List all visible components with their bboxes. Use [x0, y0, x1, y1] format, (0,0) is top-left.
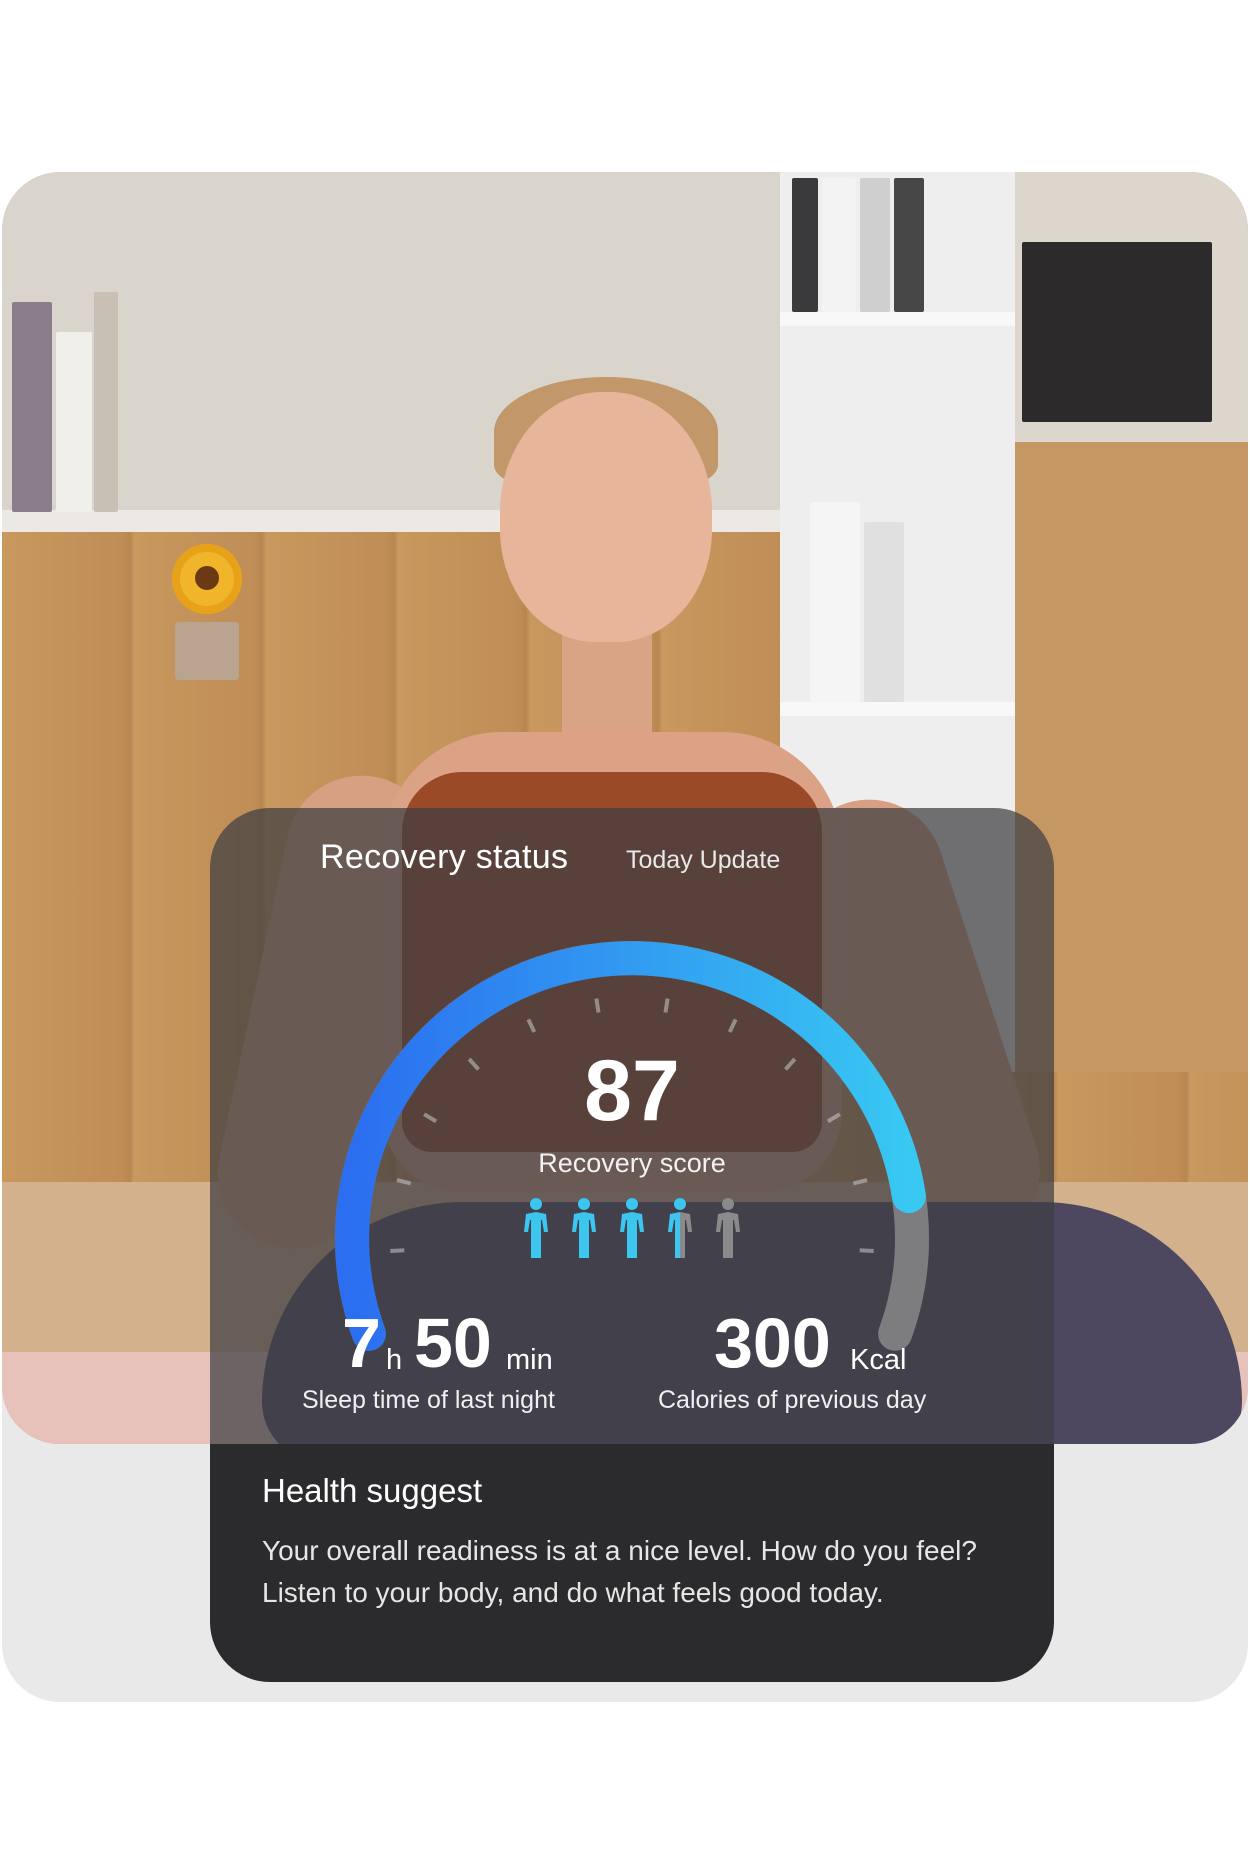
- page: Recovery status Today Update 87 Recovery…: [0, 0, 1250, 1875]
- book: [860, 178, 890, 312]
- book: [12, 302, 52, 512]
- gauge-tick: [784, 1057, 797, 1071]
- person-head: [500, 392, 712, 642]
- recovery-figures: [524, 1198, 740, 1258]
- person-icon-active: [524, 1198, 548, 1258]
- recovery-score-value: 87: [584, 1043, 680, 1139]
- gauge-tick: [727, 1018, 738, 1033]
- book: [822, 178, 856, 312]
- gauge-tick: [396, 1178, 412, 1186]
- health-suggest-text: Your overall readiness is at a nice leve…: [262, 1535, 977, 1608]
- book: [1022, 242, 1212, 422]
- gauge-tick: [859, 1248, 874, 1253]
- flower-pot: [175, 622, 239, 680]
- calories-unit: Kcal: [850, 1344, 907, 1376]
- sleep-hours-unit: h: [386, 1344, 403, 1376]
- gauge-tick: [663, 998, 670, 1013]
- book: [94, 292, 118, 512]
- book: [810, 502, 860, 702]
- gauge-tick: [826, 1112, 841, 1124]
- health-suggest-title: Health suggest: [262, 1472, 483, 1509]
- book: [894, 178, 924, 312]
- person-icon-partial: [668, 1198, 692, 1258]
- gauge-fill: [335, 941, 926, 1351]
- sleep-hours-value: 7: [342, 1304, 381, 1382]
- book: [56, 332, 92, 512]
- gauge-track: [335, 941, 929, 1351]
- calories-label: Calories of previous day: [658, 1386, 927, 1414]
- sleep-label: Sleep time of last night: [302, 1386, 555, 1414]
- calories-value: 300: [714, 1304, 831, 1382]
- person-icon-active: [620, 1198, 644, 1258]
- book: [792, 178, 818, 312]
- sleep-minutes-unit: min: [506, 1344, 553, 1376]
- bookcase-shelf: [780, 702, 1015, 716]
- recovery-score-label: Recovery score: [538, 1148, 726, 1178]
- gauge-tick: [526, 1018, 537, 1033]
- gauge-tick: [594, 998, 601, 1013]
- person-icon-active: [572, 1198, 596, 1258]
- recovery-status-card: Recovery status Today Update 87 Recovery…: [210, 808, 1054, 1682]
- bookcase-shelf: [780, 312, 1015, 326]
- gauge-tick: [423, 1112, 438, 1124]
- person-icon-inactive: [716, 1198, 740, 1258]
- sunflower-center: [195, 566, 219, 590]
- gauge-tick: [467, 1057, 480, 1071]
- gauge-tick: [390, 1248, 405, 1253]
- sleep-minutes-value: 50: [414, 1304, 492, 1382]
- book: [864, 522, 904, 702]
- gauge-tick: [852, 1178, 868, 1186]
